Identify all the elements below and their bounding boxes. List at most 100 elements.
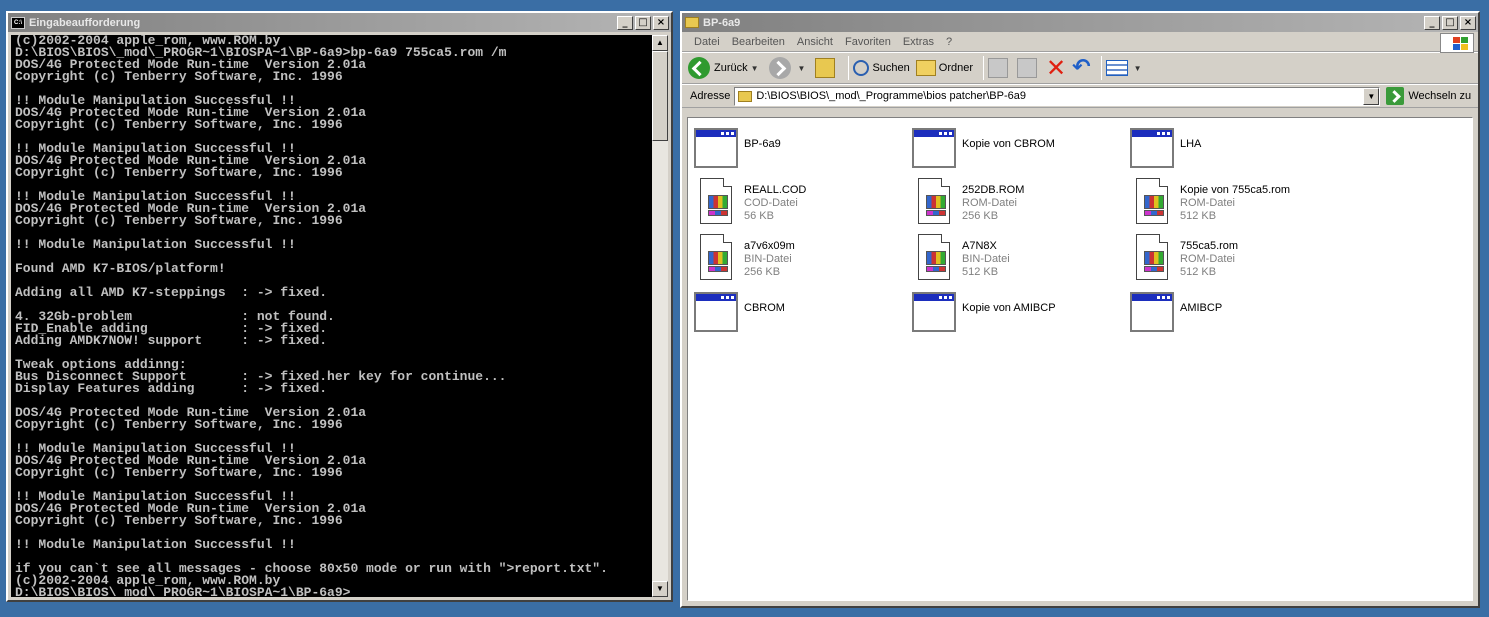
file-icon — [1136, 178, 1168, 224]
minimize-button[interactable]: _ — [1424, 15, 1440, 30]
console-line: Display Features adding : -> fixed. — [15, 381, 328, 396]
file-item[interactable]: BP-6a9 — [692, 124, 902, 176]
address-bar: Adresse D:\BIOS\BIOS\_mod\_Programme\bio… — [682, 84, 1478, 108]
move-to-icon — [988, 58, 1009, 78]
menu-bar: Datei Bearbeiten Ansicht Favoriten Extra… — [682, 32, 1478, 53]
explorer-titlebar[interactable]: BP-6a9 _ □ × — [682, 13, 1478, 32]
windows-logo-icon — [1440, 33, 1474, 53]
forward-arrow-icon — [768, 57, 791, 79]
console-window[interactable]: C:\ Eingabeaufforderung _ □ × (c)2002-20… — [6, 11, 673, 602]
address-dropdown-icon[interactable]: ▼ — [1363, 87, 1380, 105]
menu-bearbeiten[interactable]: Bearbeiten — [726, 36, 791, 48]
console-line: Copyright (c) Tenberry Software, Inc. 19… — [15, 69, 343, 84]
views-icon — [1105, 60, 1128, 76]
minimize-button[interactable]: _ — [617, 15, 633, 30]
console-line: Copyright (c) Tenberry Software, Inc. 19… — [15, 513, 343, 528]
file-list[interactable]: BP-6a9 Kopie von CBROM LHA REALL.COD COD-Dat… — [687, 117, 1473, 601]
views-button[interactable]: ▼ — [1105, 60, 1146, 76]
file-item[interactable]: CBROM — [692, 288, 902, 340]
undo-button[interactable]: ↶ — [1072, 55, 1091, 80]
file-item[interactable]: a7v6x09m BIN-Datei 256 KB — [692, 232, 902, 284]
up-folder-button[interactable] — [815, 58, 838, 78]
file-name: REALL.COD — [744, 184, 807, 196]
file-icon — [918, 234, 950, 280]
go-button[interactable]: Wechseln zu — [1386, 87, 1471, 105]
menu-help[interactable]: ? — [940, 36, 958, 48]
toolbar-separator — [848, 56, 850, 80]
address-folder-icon — [738, 90, 753, 102]
address-value: D:\BIOS\BIOS\_mod\_Programme\bios patche… — [756, 90, 1026, 102]
search-icon — [853, 60, 870, 76]
console-titlebar[interactable]: C:\ Eingabeaufforderung _ □ × — [8, 13, 671, 32]
file-icon — [918, 178, 950, 224]
scroll-thumb[interactable] — [652, 51, 668, 141]
file-type: ROM-Datei — [1180, 197, 1236, 209]
file-name: Kopie von CBROM — [962, 138, 1055, 150]
menu-datei[interactable]: Datei — [688, 36, 726, 48]
delete-button[interactable]: ✕ — [1046, 56, 1066, 80]
console-line: !! Module Manipulation Successful !! — [15, 237, 296, 252]
up-folder-icon — [815, 58, 836, 78]
file-item[interactable]: 755ca5.rom ROM-Datei 512 KB — [1128, 232, 1338, 284]
copy-to-icon — [1017, 58, 1038, 78]
maximize-button[interactable]: □ — [1442, 15, 1458, 30]
back-label: Zurück — [714, 62, 748, 74]
close-button[interactable]: × — [653, 15, 669, 30]
undo-icon: ↶ — [1072, 55, 1091, 80]
go-arrow-icon — [1386, 87, 1405, 105]
file-name: CBROM — [744, 302, 785, 314]
application-icon — [694, 292, 738, 332]
go-label: Wechseln zu — [1408, 90, 1472, 102]
console-output: (c)2002-2004 apple_rom, www.ROM.by D:\BIO… — [11, 35, 652, 597]
file-item[interactable]: REALL.COD COD-Datei 56 KB — [692, 176, 902, 228]
toolbar-separator — [983, 56, 985, 80]
file-name: A7N8X — [962, 240, 997, 252]
menu-favoriten[interactable]: Favoriten — [839, 36, 897, 48]
back-dropdown-icon[interactable]: ▼ — [751, 64, 759, 73]
address-label: Adresse — [690, 90, 731, 102]
file-item[interactable]: LHA — [1128, 124, 1338, 176]
folders-label: Ordner — [938, 62, 974, 74]
file-item[interactable]: Kopie von AMIBCP — [910, 288, 1120, 340]
console-title: Eingabeaufforderung — [29, 16, 141, 29]
file-size: 512 KB — [962, 266, 999, 278]
console-line: Adding AMDK7NOW! support : -> fixed. — [15, 333, 328, 348]
application-icon — [912, 292, 956, 332]
explorer-window[interactable]: BP-6a9 _ □ × Datei Bearbeiten Ansicht Fa… — [680, 11, 1480, 608]
file-item[interactable]: A7N8X BIN-Datei 512 KB — [910, 232, 1120, 284]
file-icon — [700, 178, 732, 224]
file-type: ROM-Datei — [1180, 253, 1236, 265]
scroll-down-button[interactable]: ▼ — [652, 581, 668, 597]
forward-dropdown-icon[interactable]: ▼ — [798, 64, 806, 73]
search-label: Suchen — [872, 62, 910, 74]
console-scrollbar[interactable]: ▲ ▼ — [652, 35, 668, 597]
back-button[interactable]: Zurück ▼ — [688, 57, 763, 79]
menu-ansicht[interactable]: Ansicht — [791, 36, 839, 48]
console-line: Copyright (c) Tenberry Software, Inc. 19… — [15, 213, 343, 228]
toolbar-separator — [1100, 56, 1102, 80]
file-item[interactable]: AMIBCP — [1128, 288, 1338, 340]
file-item[interactable]: 252DB.ROM ROM-Datei 256 KB — [910, 176, 1120, 228]
maximize-button[interactable]: □ — [635, 15, 651, 30]
file-item[interactable]: Kopie von 755ca5.rom ROM-Datei 512 KB — [1128, 176, 1338, 228]
file-name: AMIBCP — [1180, 302, 1223, 314]
views-dropdown-icon[interactable]: ▼ — [1134, 64, 1142, 73]
file-icon — [1136, 234, 1168, 280]
console-output-area[interactable]: (c)2002-2004 apple_rom, www.ROM.by D:\BIO… — [11, 35, 668, 597]
file-type: ROM-Datei — [962, 197, 1018, 209]
file-name: LHA — [1180, 138, 1202, 150]
close-button[interactable]: × — [1460, 15, 1476, 30]
address-input[interactable]: D:\BIOS\BIOS\_mod\_Programme\bios patche… — [734, 86, 1381, 106]
search-button[interactable]: Suchen — [853, 60, 910, 76]
file-item[interactable]: Kopie von CBROM — [910, 124, 1120, 176]
console-line: D:\BIOS\BIOS\_mod\_PROGR~1\BIOSPA~1\BP-6… — [15, 585, 351, 597]
copy-to-button[interactable] — [1017, 58, 1040, 78]
scroll-up-button[interactable]: ▲ — [652, 35, 668, 51]
move-to-button[interactable] — [988, 58, 1011, 78]
forward-button[interactable]: ▼ — [768, 57, 810, 79]
folder-icon — [685, 17, 699, 28]
folders-button[interactable]: Ordner — [915, 60, 974, 76]
menu-extras[interactable]: Extras — [897, 36, 940, 48]
file-name: Kopie von 755ca5.rom — [1180, 184, 1291, 196]
file-icon — [700, 234, 732, 280]
